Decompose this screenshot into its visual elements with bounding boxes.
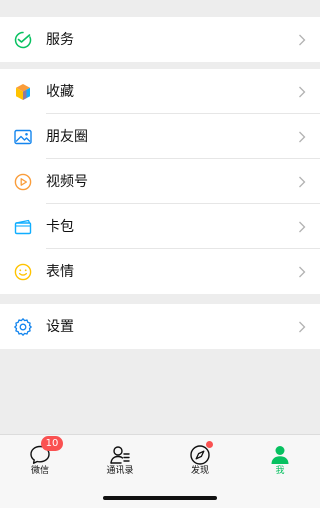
chevron-right-icon xyxy=(298,221,306,233)
moments-image-icon xyxy=(13,127,33,147)
chevron-right-icon xyxy=(298,321,306,333)
tab-chats[interactable]: 10 微信 xyxy=(0,435,80,485)
favorites-cube-icon xyxy=(13,82,33,102)
menu-item-moments-label: 朋友圈 xyxy=(46,128,88,145)
smile-icon xyxy=(13,262,33,282)
menu-item-stickers-label: 表情 xyxy=(46,263,74,280)
features-group: 收藏 朋友圈 视频号 卡包 表情 xyxy=(0,69,320,294)
menu-item-settings-label: 设置 xyxy=(46,318,74,335)
menu-item-settings[interactable]: 设置 xyxy=(0,304,320,349)
contacts-icon xyxy=(108,443,132,467)
notification-dot xyxy=(206,441,213,448)
tab-me[interactable]: 我 xyxy=(240,435,320,485)
tab-me-label: 我 xyxy=(275,466,285,476)
chevron-right-icon xyxy=(298,86,306,98)
menu-item-favorites-label: 收藏 xyxy=(46,83,74,100)
service-group: 服务 xyxy=(0,17,320,62)
chevron-right-icon xyxy=(298,266,306,278)
menu-item-moments[interactable]: 朋友圈 xyxy=(0,114,320,159)
tab-discover-label: 发现 xyxy=(190,466,209,476)
tab-discover[interactable]: 发现 xyxy=(160,435,240,485)
chevron-right-icon xyxy=(298,176,306,188)
menu-item-channels-label: 视频号 xyxy=(46,173,88,190)
gear-icon xyxy=(13,317,33,337)
chevron-right-icon xyxy=(298,34,306,46)
menu-item-cards[interactable]: 卡包 xyxy=(0,204,320,249)
menu-item-channels[interactable]: 视频号 xyxy=(0,159,320,204)
person-icon xyxy=(268,443,292,467)
menu-item-favorites[interactable]: 收藏 xyxy=(0,69,320,114)
home-indicator xyxy=(103,496,217,500)
unread-badge: 10 xyxy=(41,436,63,451)
service-icon xyxy=(13,30,33,50)
settings-group: 设置 xyxy=(0,304,320,349)
tab-contacts[interactable]: 通讯录 xyxy=(80,435,160,485)
tab-chats-label: 微信 xyxy=(30,466,49,476)
menu-item-stickers[interactable]: 表情 xyxy=(0,249,320,294)
channels-play-icon xyxy=(13,172,33,192)
chevron-right-icon xyxy=(298,131,306,143)
tab-contacts-label: 通讯录 xyxy=(106,466,134,476)
me-page: 服务 收藏 朋友圈 视频号 卡包 表情 设置 10 微信 通讯录 发现 我 xyxy=(0,0,320,508)
menu-item-service-label: 服务 xyxy=(46,31,74,48)
menu-item-service[interactable]: 服务 xyxy=(0,17,320,62)
menu-item-cards-label: 卡包 xyxy=(46,218,74,235)
card-wallet-icon xyxy=(13,217,33,237)
